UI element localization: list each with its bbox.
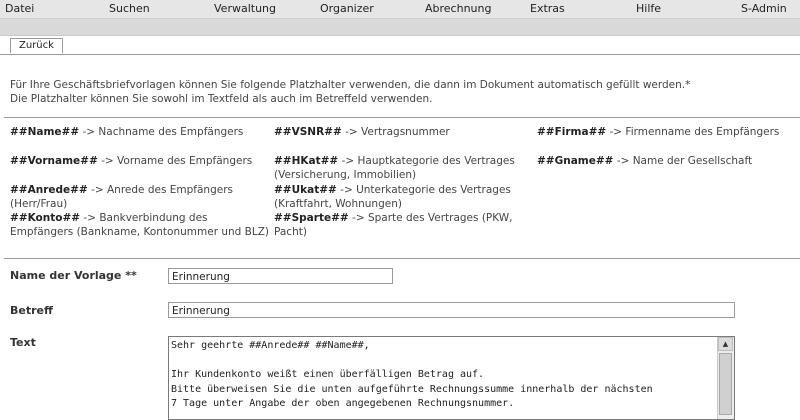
intro-line-1: Für Ihre Geschäftsbriefvorlagen können S… bbox=[10, 79, 691, 91]
main-content: Zurück Für Ihre Geschäftsbriefvorlagen k… bbox=[0, 36, 800, 420]
template-name-label: Name der Vorlage ** bbox=[10, 269, 137, 282]
placeholder-konto: ##Konto## -> Bankverbindung des Empfänge… bbox=[10, 211, 272, 239]
placeholder-anrede: ##Anrede## -> Anrede des Empfängers (Her… bbox=[10, 183, 272, 211]
text-field[interactable]: Sehr geehrte ##Anrede## ##Name##, Ihr Ku… bbox=[168, 336, 735, 420]
placeholder-key: ##Konto## bbox=[10, 212, 81, 224]
menu-item-datei[interactable]: Datei bbox=[5, 2, 34, 15]
divider-bottom bbox=[4, 258, 800, 259]
placeholder-key: ##Name## bbox=[10, 126, 80, 138]
placeholder-key: ##Firma## bbox=[537, 126, 607, 138]
placeholder-desc: -> Nachname des Empfängers bbox=[79, 126, 244, 138]
subject-label: Betreff bbox=[10, 304, 53, 317]
placeholder-key: ##Anrede## bbox=[10, 184, 88, 196]
placeholder-firma: ##Firma## -> Firmenname des Empfängers bbox=[537, 125, 799, 139]
placeholder-desc: -> Firmenname des Empfängers bbox=[606, 126, 780, 138]
placeholder-gname: ##Gname## -> Name der Gesellschaft bbox=[537, 154, 799, 168]
placeholder-desc: -> Vertragsnummer bbox=[341, 126, 450, 138]
menu-item-s-admin[interactable]: S-Admin bbox=[741, 2, 787, 15]
placeholder-ukat: ##Ukat## -> Unterkategorie des Vertrages… bbox=[274, 183, 536, 211]
placeholder-key: ##Gname## bbox=[537, 155, 614, 167]
placeholder-key: ##VSNR## bbox=[274, 126, 342, 138]
placeholder-hkat: ##HKat## -> Hauptkategorie des Vertrages… bbox=[274, 154, 536, 182]
intro-text: Für Ihre Geschäftsbriefvorlagen können S… bbox=[10, 78, 790, 106]
template-name-field[interactable]: Erinnerung bbox=[168, 268, 393, 284]
menu-item-hilfe[interactable]: Hilfe bbox=[636, 2, 661, 15]
menu-item-organizer[interactable]: Organizer bbox=[320, 2, 374, 15]
placeholder-key: ##Ukat## bbox=[274, 184, 337, 196]
scrollbar-thumb[interactable] bbox=[719, 353, 732, 415]
text-field-scrollbar[interactable]: ▲ bbox=[717, 337, 734, 419]
placeholder-sparte: ##Sparte## -> Sparte des Vertrages (PKW,… bbox=[274, 211, 536, 239]
menu-item-suchen[interactable]: Suchen bbox=[109, 2, 150, 15]
text-label: Text bbox=[10, 336, 36, 349]
placeholder-key: ##HKat## bbox=[274, 155, 339, 167]
divider-top bbox=[4, 117, 800, 118]
triangle-up-icon[interactable]: ▲ bbox=[718, 337, 733, 351]
text-field-content: Sehr geehrte ##Anrede## ##Name##, Ihr Ku… bbox=[171, 340, 653, 409]
menu-bar: Datei Suchen Verwaltung Organizer Abrech… bbox=[0, 0, 800, 19]
placeholder-key: ##Vorname## bbox=[10, 155, 98, 167]
toolbar-strip bbox=[0, 19, 800, 36]
menu-item-extras[interactable]: Extras bbox=[530, 2, 565, 15]
menu-item-abrechnung[interactable]: Abrechnung bbox=[425, 2, 491, 15]
subject-field[interactable]: Erinnerung bbox=[168, 302, 735, 318]
placeholder-name: ##Name## -> Nachname des Empfängers bbox=[10, 125, 272, 139]
back-tab[interactable]: Zurück bbox=[10, 38, 63, 53]
placeholder-key: ##Sparte## bbox=[274, 212, 349, 224]
placeholder-desc: -> Name der Gesellschaft bbox=[613, 155, 753, 167]
placeholder-vsnr: ##VSNR## -> Vertragsnummer bbox=[274, 125, 536, 139]
tab-bar: Zurück bbox=[0, 36, 800, 55]
intro-line-2: Die Platzhalter können Sie sowohl im Tex… bbox=[10, 93, 433, 105]
placeholder-vorname: ##Vorname## -> Vorname des Empfängers bbox=[10, 154, 272, 168]
placeholder-desc: -> Vorname des Empfängers bbox=[97, 155, 253, 167]
menu-item-verwaltung[interactable]: Verwaltung bbox=[214, 2, 276, 15]
